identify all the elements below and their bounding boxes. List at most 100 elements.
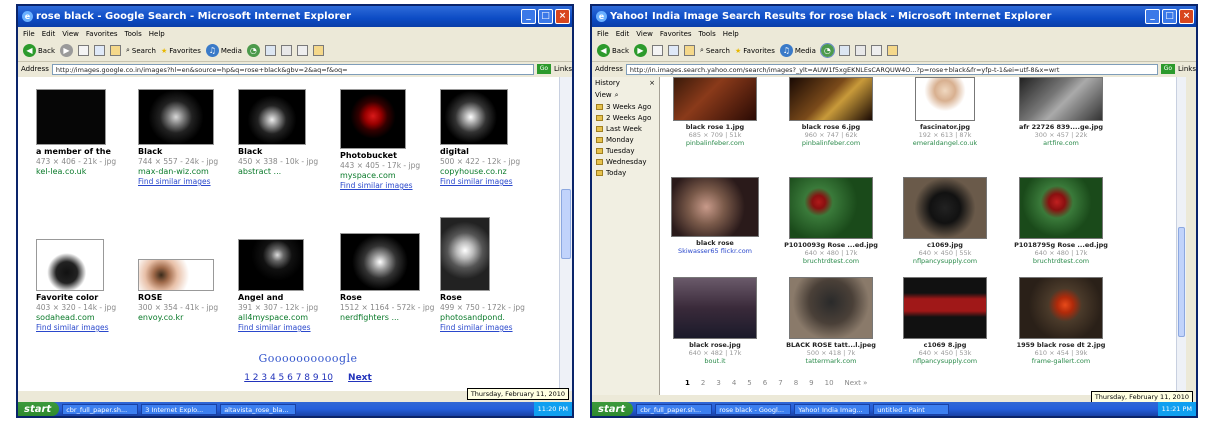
links-label[interactable]: Links <box>554 65 572 73</box>
mail-icon[interactable] <box>838 45 850 56</box>
edit-icon[interactable] <box>870 45 882 56</box>
minimize-button[interactable]: _ <box>1145 9 1160 24</box>
folder-icon[interactable] <box>886 45 898 56</box>
result-thumbnail[interactable] <box>440 89 508 145</box>
image-result[interactable]: Favorite color 403 × 320 - 14k - jpg sod… <box>36 239 136 333</box>
go-button[interactable]: Go <box>1160 64 1176 74</box>
image-result[interactable]: Rose 499 × 750 - 172k - jpg photosandpon… <box>440 217 540 333</box>
image-result[interactable]: Photobucket 443 × 405 - 17k - jpg myspac… <box>340 89 440 191</box>
image-result[interactable]: c1069.jpg 640 × 450 | 55k nflpancysupply… <box>893 177 997 265</box>
menu-help[interactable]: Help <box>723 30 739 38</box>
result-thumbnail[interactable] <box>673 277 757 339</box>
result-thumbnail[interactable] <box>789 177 873 239</box>
taskbar-button[interactable]: rose black - Googl... <box>715 403 792 415</box>
media-button[interactable]: ♫ Media <box>205 44 242 57</box>
result-thumbnail[interactable] <box>673 77 757 121</box>
result-thumbnail[interactable] <box>36 89 106 145</box>
favorites-button[interactable]: ★ Favorites <box>161 47 201 55</box>
address-field[interactable]: http://images.google.co.in/images?hl=en&… <box>51 63 534 75</box>
close-button[interactable]: × <box>555 9 570 24</box>
image-result[interactable]: black rose 1.jpg 685 × 709 | 51k pinbali… <box>663 77 767 147</box>
page-link[interactable]: 2 <box>701 379 705 387</box>
result-thumbnail[interactable] <box>671 177 759 237</box>
history-view-button[interactable]: View <box>595 91 612 99</box>
next-link[interactable]: Next » <box>845 379 868 387</box>
image-result[interactable]: BLACK ROSE tatt...l.jpeg 500 × 418 | 7k … <box>779 277 883 365</box>
image-result[interactable]: P1010093g Rose ...ed.jpg 640 × 480 | 17k… <box>779 177 883 265</box>
menu-tools[interactable]: Tools <box>699 30 716 38</box>
image-result[interactable]: digital 500 × 422 - 12k - jpg copyhouse.… <box>440 89 540 187</box>
image-result[interactable]: black rose Skiwasser65 flickr.com <box>663 177 767 255</box>
history-item[interactable]: Wednesday <box>592 156 659 167</box>
menu-tools[interactable]: Tools <box>125 30 142 38</box>
page-link[interactable]: 9 <box>809 379 813 387</box>
close-button[interactable]: × <box>1179 9 1194 24</box>
menu-favorites[interactable]: Favorites <box>86 30 118 38</box>
links-label[interactable]: Links <box>1178 65 1196 73</box>
mail-icon[interactable] <box>264 45 276 56</box>
scroll-thumb[interactable] <box>1178 227 1185 337</box>
result-thumbnail[interactable] <box>1019 77 1103 121</box>
home-icon[interactable] <box>684 45 695 56</box>
image-result[interactable]: afr 22726 839....ge.jpg 300 × 457 | 22k … <box>1009 77 1113 147</box>
menu-edit[interactable]: Edit <box>42 30 56 38</box>
image-result[interactable]: c1069 8.jpg 640 × 450 | 53k nflpancysupp… <box>893 277 997 365</box>
taskbar-button[interactable]: 3 Internet Explo... <box>141 403 218 415</box>
history-item[interactable]: Tuesday <box>592 145 659 156</box>
menu-view[interactable]: View <box>636 30 653 38</box>
close-history-icon[interactable]: × <box>649 79 655 87</box>
result-thumbnail[interactable] <box>440 217 490 291</box>
result-thumbnail[interactable] <box>340 233 420 291</box>
result-thumbnail[interactable] <box>238 89 306 145</box>
back-button[interactable]: ◀ Back <box>597 44 629 57</box>
folder-icon[interactable] <box>312 45 324 56</box>
image-result[interactable]: Angel and 391 × 307 - 12k - jpg all4mysp… <box>238 239 338 333</box>
menu-view[interactable]: View <box>62 30 79 38</box>
image-result[interactable]: 1959 black rose dt 2.jpg 610 × 454 | 39k… <box>1009 277 1113 365</box>
page-link[interactable]: 7 <box>778 379 782 387</box>
history-item[interactable]: Today <box>592 167 659 178</box>
next-link[interactable]: Next <box>348 373 372 383</box>
back-button[interactable]: ◀ Back <box>23 44 55 57</box>
page-link[interactable]: 1 <box>685 379 690 387</box>
clock[interactable]: 11:20 PM <box>538 405 568 413</box>
taskbar-button[interactable]: cbr_full_paper.sh... <box>636 403 713 415</box>
maximize-button[interactable]: □ <box>538 9 553 24</box>
history-item[interactable]: 2 Weeks Ago <box>592 112 659 123</box>
scroll-thumb[interactable] <box>561 189 571 259</box>
history-item[interactable]: Monday <box>592 134 659 145</box>
image-result[interactable]: black rose 6.jpg 960 × 747 | 62k pinbali… <box>779 77 883 147</box>
address-field[interactable]: http://in.images.search.yahoo.com/search… <box>625 63 1158 75</box>
stop-icon[interactable] <box>78 45 89 56</box>
vertical-scrollbar[interactable] <box>1176 77 1186 395</box>
result-thumbnail[interactable] <box>36 239 104 291</box>
history-icon[interactable]: ◔ <box>819 43 835 58</box>
forward-button[interactable]: ▶ <box>60 44 73 57</box>
refresh-icon[interactable] <box>668 45 679 56</box>
maximize-button[interactable]: □ <box>1162 9 1177 24</box>
taskbar-button[interactable]: untitled - Paint <box>873 403 950 415</box>
result-thumbnail[interactable] <box>1019 177 1103 239</box>
image-result[interactable]: Black 744 × 557 - 24k - jpg max-dan-wiz.… <box>138 89 238 187</box>
page-link[interactable]: 8 <box>794 379 798 387</box>
stop-icon[interactable] <box>652 45 663 56</box>
menu-favorites[interactable]: Favorites <box>660 30 692 38</box>
start-button[interactable]: start <box>592 402 634 416</box>
page-link[interactable]: 10 <box>825 379 834 387</box>
taskbar-button[interactable]: Yahoo! India Imag... <box>794 403 871 415</box>
history-search-icon[interactable]: ⌕ <box>615 91 619 100</box>
result-thumbnail[interactable] <box>903 177 987 239</box>
page-links[interactable]: 1 2 3 4 5 6 7 8 9 10 <box>244 373 333 383</box>
menu-file[interactable]: File <box>23 30 35 38</box>
result-thumbnail[interactable] <box>789 277 873 339</box>
refresh-icon[interactable] <box>94 45 105 56</box>
vertical-scrollbar[interactable] <box>559 77 572 391</box>
result-thumbnail[interactable] <box>1019 277 1103 339</box>
history-item[interactable]: 3 Weeks Ago <box>592 101 659 112</box>
result-thumbnail[interactable] <box>903 277 987 339</box>
history-icon[interactable]: ◔ <box>246 44 260 57</box>
home-icon[interactable] <box>110 45 121 56</box>
menu-edit[interactable]: Edit <box>616 30 630 38</box>
image-result[interactable]: ROSE 300 × 354 - 41k - jpg envoy.co.kr <box>138 259 238 323</box>
result-thumbnail[interactable] <box>340 89 406 149</box>
